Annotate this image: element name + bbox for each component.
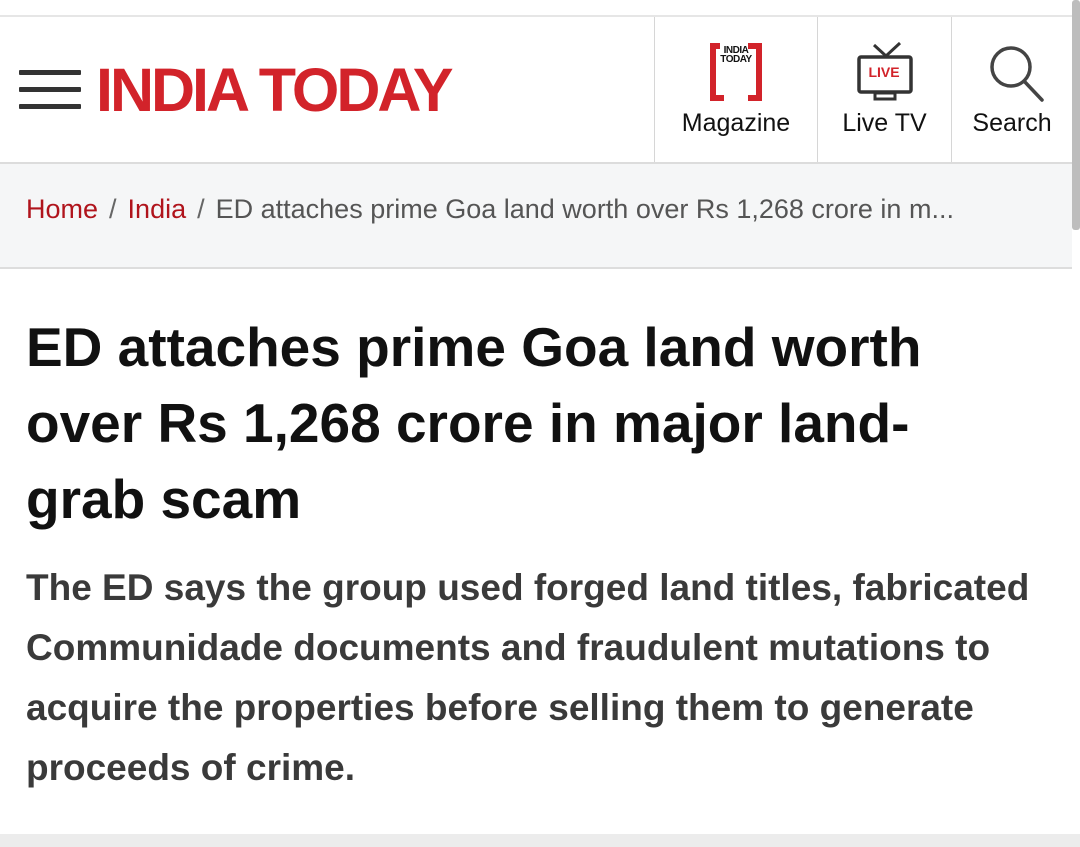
site-logo[interactable]: INDIA TODAY: [96, 54, 454, 126]
tv-icon: LIVE: [856, 41, 916, 104]
menu-bar: [19, 104, 81, 109]
hamburger-menu-icon[interactable]: [19, 70, 81, 110]
breadcrumb-india-link[interactable]: India: [128, 194, 187, 224]
breadcrumb-current: ED attaches prime Goa land worth over Rs…: [215, 194, 954, 224]
article-summary: The ED says the group used forged land t…: [26, 567, 1030, 788]
top-divider: [0, 0, 1080, 17]
magazine-icon-text: INDIA TODAY: [720, 45, 752, 65]
breadcrumb-trail: Home / India / ED attaches prime Goa land wo…: [26, 194, 1056, 225]
nav-magazine[interactable]: INDIA TODAY Magazine: [654, 17, 817, 162]
nav-magazine-label: Magazine: [681, 109, 791, 137]
magazine-icon: INDIA TODAY: [710, 43, 762, 102]
search-icon: [987, 45, 1045, 103]
section-divider: [0, 834, 1080, 847]
nav-search-label: Search: [972, 109, 1052, 137]
breadcrumb-separator: /: [197, 194, 205, 224]
article-headline: ED attaches prime Goa land worth over Rs…: [26, 316, 922, 530]
menu-bar: [19, 70, 81, 75]
nav-search[interactable]: Search: [951, 17, 1072, 162]
breadcrumb-separator: /: [109, 194, 117, 224]
menu-bar: [19, 87, 81, 92]
breadcrumb-home-link[interactable]: Home: [26, 194, 98, 224]
site-header: INDIA TODAY INDIA TODAY Magazine LIVE Li…: [0, 17, 1072, 164]
page-scrollbar[interactable]: [1072, 0, 1080, 230]
breadcrumb: Home / India / ED attaches prime Goa land wo…: [0, 164, 1072, 269]
nav-live-tv-label: Live TV: [842, 109, 927, 137]
magazine-frame-gap: [724, 95, 748, 102]
live-badge: LIVE: [868, 64, 900, 80]
nav-live-tv[interactable]: LIVE Live TV: [817, 17, 951, 162]
